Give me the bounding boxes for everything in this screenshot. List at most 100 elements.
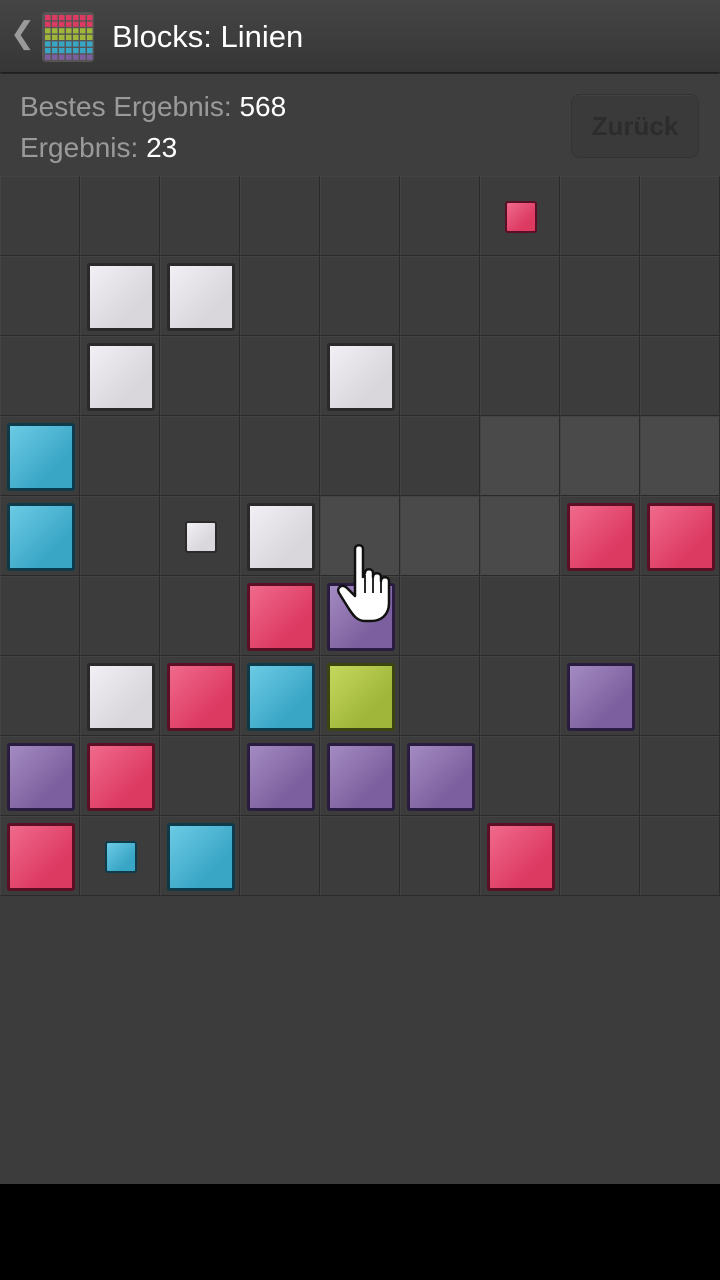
- board-cell[interactable]: [0, 496, 80, 576]
- board-cell[interactable]: [640, 416, 720, 496]
- hand-pointer-icon: [337, 544, 391, 623]
- icon-cell: [66, 28, 72, 34]
- board-cell[interactable]: [480, 656, 560, 736]
- block-purple: [247, 743, 315, 811]
- board-cell[interactable]: [160, 416, 240, 496]
- board-cell[interactable]: [640, 336, 720, 416]
- blocks-grid-icon[interactable]: [42, 12, 94, 62]
- board-cell[interactable]: [80, 736, 160, 816]
- board-cell[interactable]: [80, 416, 160, 496]
- board-cell[interactable]: [240, 816, 320, 896]
- board-cell[interactable]: [400, 176, 480, 256]
- block-pink: [247, 583, 315, 651]
- board-cell[interactable]: [640, 576, 720, 656]
- board-cell[interactable]: [400, 656, 480, 736]
- board-cell[interactable]: [400, 576, 480, 656]
- board-cell[interactable]: [560, 656, 640, 736]
- board-cell[interactable]: [400, 736, 480, 816]
- board-cell[interactable]: [160, 576, 240, 656]
- board-cell[interactable]: [0, 816, 80, 896]
- app-screen: ❮ Blocks: Linien Bestes Ergebnis: 568 Er…: [0, 0, 720, 1184]
- board-cell[interactable]: [160, 176, 240, 256]
- game-board[interactable]: [0, 176, 720, 896]
- board-cell[interactable]: [0, 256, 80, 336]
- board-cell[interactable]: [560, 176, 640, 256]
- board-cell[interactable]: [0, 336, 80, 416]
- icon-cell: [87, 54, 93, 60]
- board-cell[interactable]: [240, 256, 320, 336]
- block-blue: [7, 503, 75, 571]
- board-cell[interactable]: [240, 656, 320, 736]
- board-cell[interactable]: [80, 816, 160, 896]
- icon-cell: [66, 54, 72, 60]
- back-chevron-icon[interactable]: ❮: [10, 16, 35, 52]
- board-cell[interactable]: [640, 256, 720, 336]
- board-cell[interactable]: [0, 416, 80, 496]
- board-cell[interactable]: [80, 576, 160, 656]
- board-cell[interactable]: [400, 416, 480, 496]
- board-cell[interactable]: [80, 176, 160, 256]
- board-cell[interactable]: [320, 656, 400, 736]
- board-cell[interactable]: [80, 496, 160, 576]
- block-pink: [7, 823, 75, 891]
- board-cell[interactable]: [560, 336, 640, 416]
- block-pink: [487, 823, 555, 891]
- board-cell[interactable]: [240, 336, 320, 416]
- board-cell[interactable]: [160, 496, 240, 576]
- board-cell[interactable]: [80, 336, 160, 416]
- board-cell[interactable]: [400, 336, 480, 416]
- board-cell[interactable]: [560, 576, 640, 656]
- board-cell[interactable]: [320, 736, 400, 816]
- board-cell[interactable]: [160, 256, 240, 336]
- icon-cell: [45, 34, 51, 40]
- board-cell[interactable]: [160, 736, 240, 816]
- block-pink: [647, 503, 715, 571]
- board-cell[interactable]: [0, 176, 80, 256]
- board-cell[interactable]: [560, 256, 640, 336]
- board-cell[interactable]: [640, 656, 720, 736]
- board-cell[interactable]: [160, 656, 240, 736]
- board-cell[interactable]: [480, 256, 560, 336]
- board-cell[interactable]: [320, 416, 400, 496]
- board-cell[interactable]: [0, 736, 80, 816]
- board-cell[interactable]: [0, 576, 80, 656]
- board-cell[interactable]: [640, 176, 720, 256]
- back-button[interactable]: Zurück: [571, 94, 699, 158]
- board-cell[interactable]: [480, 176, 560, 256]
- board-cell[interactable]: [320, 336, 400, 416]
- board-cell[interactable]: [480, 496, 560, 576]
- board-cell[interactable]: [0, 656, 80, 736]
- board-cell[interactable]: [240, 496, 320, 576]
- board-cell[interactable]: [160, 336, 240, 416]
- board-cell[interactable]: [400, 256, 480, 336]
- board-cell[interactable]: [240, 576, 320, 656]
- board-cell[interactable]: [560, 496, 640, 576]
- board-cell[interactable]: [480, 416, 560, 496]
- board-cell[interactable]: [640, 736, 720, 816]
- board-cell[interactable]: [480, 336, 560, 416]
- board-cell[interactable]: [320, 816, 400, 896]
- board-cell[interactable]: [480, 736, 560, 816]
- board-cell[interactable]: [240, 736, 320, 816]
- board-cell[interactable]: [640, 816, 720, 896]
- board-cell[interactable]: [80, 256, 160, 336]
- board-cell[interactable]: [400, 496, 480, 576]
- board-cell[interactable]: [160, 816, 240, 896]
- icon-cell: [52, 21, 58, 27]
- board-cell[interactable]: [480, 816, 560, 896]
- board-cell[interactable]: [480, 576, 560, 656]
- board-cell[interactable]: [320, 176, 400, 256]
- board-cell[interactable]: [560, 736, 640, 816]
- board-cell[interactable]: [560, 416, 640, 496]
- board-cell[interactable]: [240, 416, 320, 496]
- board-cell[interactable]: [560, 816, 640, 896]
- board-cell[interactable]: [80, 656, 160, 736]
- board-cell[interactable]: [320, 256, 400, 336]
- icon-cell: [87, 41, 93, 47]
- board-cell[interactable]: [400, 816, 480, 896]
- app-title: Blocks: Linien: [112, 19, 304, 54]
- icon-cell: [45, 15, 51, 21]
- board-cell[interactable]: [640, 496, 720, 576]
- board-cell[interactable]: [240, 176, 320, 256]
- best-score: Bestes Ergebnis: 568: [20, 90, 286, 124]
